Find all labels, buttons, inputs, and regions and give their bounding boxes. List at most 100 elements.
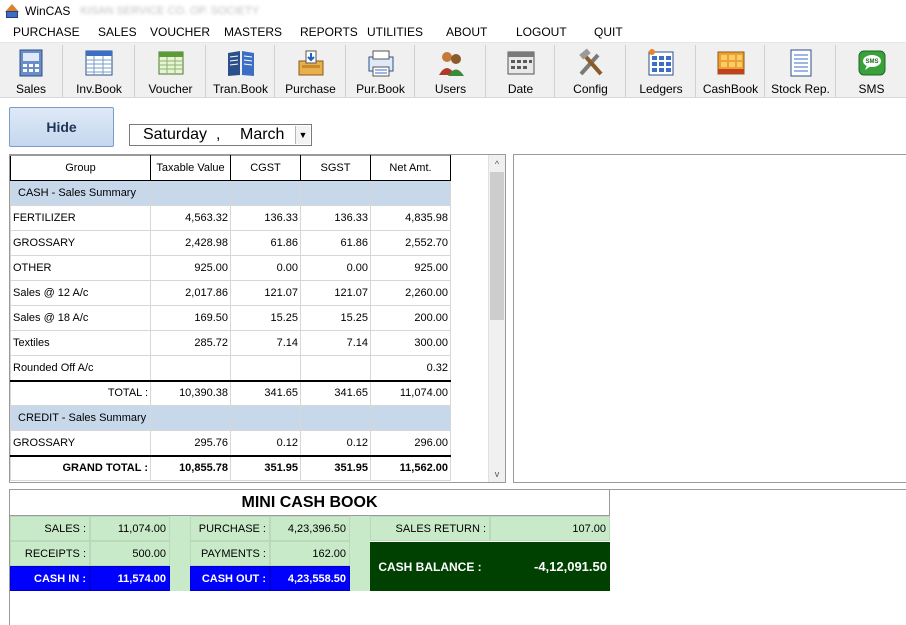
toolbar-label: Tran.Book xyxy=(213,82,268,96)
chevron-down-icon[interactable]: v xyxy=(489,465,505,482)
column-header[interactable]: Group xyxy=(10,155,151,181)
sales-value: 11,074.00 xyxy=(90,516,170,541)
toolbar-ledgers-button[interactable]: Ledgers xyxy=(627,45,696,97)
table-cell: 61.86 xyxy=(300,230,371,256)
toolbar-label: Pur.Book xyxy=(356,82,405,96)
grand-total-row[interactable]: GRAND TOTAL : 10,855.78 351.95 351.95 11… xyxy=(10,454,451,481)
date-picker[interactable]: Saturday , March ▼ xyxy=(129,124,312,146)
toolbar-label: Stock Rep. xyxy=(771,82,830,96)
menu-about[interactable]: ABOUT xyxy=(446,25,487,39)
column-header[interactable]: CGST xyxy=(230,155,301,181)
tools-icon xyxy=(576,47,606,79)
title-bar: WinCAS KISAN SERVICE CO. OP. SOCIETY xyxy=(0,0,906,22)
sales-summary-grid[interactable]: Group Taxable Value CGST SGST Net Amt. C… xyxy=(9,154,506,483)
toolbar-config-button[interactable]: Config xyxy=(556,45,626,97)
stock-report-icon xyxy=(786,47,816,79)
menu-purchase[interactable]: PURCHASE xyxy=(13,25,80,39)
chevron-up-icon[interactable]: ^ xyxy=(489,155,505,172)
table-cell: 295.76 xyxy=(150,430,231,456)
cashbook-spacer xyxy=(170,516,190,591)
column-header[interactable]: Taxable Value xyxy=(150,155,231,181)
scrollbar-thumb[interactable] xyxy=(490,172,504,320)
toolbar-stockrep-button[interactable]: Stock Rep. xyxy=(766,45,836,97)
table-cell: 10,390.38 xyxy=(150,379,231,406)
sales-icon xyxy=(16,47,46,79)
toolbar-tranbook-button[interactable]: Tran.Book xyxy=(207,45,275,97)
table-cell: 296.00 xyxy=(370,430,451,456)
table-cell: 11,074.00 xyxy=(370,379,451,406)
payments-label: PAYMENTS : xyxy=(190,541,270,566)
toolbar-label: Config xyxy=(573,82,608,96)
sales-return-label: SALES RETURN : xyxy=(370,516,490,541)
cash-out-value: 4,23,558.50 xyxy=(270,566,350,591)
menu-reports[interactable]: REPORTS xyxy=(300,25,358,39)
menu-quit[interactable]: QUIT xyxy=(594,25,623,39)
menu-utilities[interactable]: UTILITIES xyxy=(367,25,423,39)
purchase-icon xyxy=(296,47,326,79)
menu-logout[interactable]: LOGOUT xyxy=(516,25,567,39)
table-cell: GROSSARY xyxy=(10,230,151,256)
section-label: CREDIT - Sales Summary xyxy=(10,405,151,431)
table-row[interactable]: Rounded Off A/c 0.32 xyxy=(10,355,451,381)
table-cell: 0.32 xyxy=(370,355,451,381)
toolbar-purbook-button[interactable]: Pur.Book xyxy=(347,45,415,97)
toolbar-voucher-button[interactable]: Voucher xyxy=(136,45,206,97)
ledgers-icon xyxy=(646,47,676,79)
toolbar-label: CashBook xyxy=(702,82,759,96)
table-row[interactable]: Sales @ 12 A/c 2,017.86 121.07 121.07 2,… xyxy=(10,280,451,306)
column-header[interactable]: Net Amt. xyxy=(370,155,451,181)
table-row[interactable]: FERTILIZER 4,563.32 136.33 136.33 4,835.… xyxy=(10,205,451,231)
table-row[interactable]: Textiles 285.72 7.14 7.14 300.00 xyxy=(10,330,451,356)
toolbar-label: Ledgers xyxy=(639,82,683,96)
toolbar-label: Date xyxy=(507,82,534,96)
sms-icon: SMS xyxy=(857,47,887,79)
purchase-book-icon xyxy=(366,47,396,79)
toolbar: Sales Inv.Book Voucher Tran.Book Purchas… xyxy=(0,42,906,98)
toolbar-sales-button[interactable]: Sales xyxy=(0,45,63,97)
table-cell: 925.00 xyxy=(370,255,451,281)
table-cell: 0.12 xyxy=(300,430,371,456)
date-day: Saturday xyxy=(143,126,208,143)
hide-button[interactable]: Hide xyxy=(9,107,114,147)
app-logo-icon xyxy=(4,3,20,19)
menu-masters[interactable]: MASTERS xyxy=(224,25,282,39)
window-title: WinCAS xyxy=(25,4,71,18)
cash-in-label: CASH IN : xyxy=(10,566,90,591)
toolbar-sms-button[interactable]: SMS SMS xyxy=(837,45,906,97)
toolbar-label: Purchase xyxy=(285,82,336,96)
section-label: CASH - Sales Summary xyxy=(10,180,151,206)
table-cell: 121.07 xyxy=(300,280,371,306)
cashbook-spacer xyxy=(350,516,370,591)
section-row[interactable]: CREDIT - Sales Summary xyxy=(10,405,451,431)
table-cell: 136.33 xyxy=(230,205,301,231)
chevron-down-icon[interactable]: ▼ xyxy=(295,126,310,144)
column-header[interactable]: SGST xyxy=(300,155,371,181)
toolbar-purchase-button[interactable]: Purchase xyxy=(276,45,346,97)
table-cell: 2,428.98 xyxy=(150,230,231,256)
table-row[interactable]: OTHER 925.00 0.00 0.00 925.00 xyxy=(10,255,451,281)
toolbar-cashbook-button[interactable]: CashBook xyxy=(697,45,765,97)
table-cell: 4,563.32 xyxy=(150,205,231,231)
section-row[interactable]: CASH - Sales Summary xyxy=(10,180,451,206)
table-cell: 341.65 xyxy=(300,379,371,406)
table-cell: FERTILIZER xyxy=(10,205,151,231)
table-cell: 300.00 xyxy=(370,330,451,356)
menu-sales[interactable]: SALES xyxy=(98,25,137,39)
table-row[interactable]: Sales @ 18 A/c 169.50 15.25 15.25 200.00 xyxy=(10,305,451,331)
table-cell: 0.00 xyxy=(300,255,371,281)
table-cell: Sales @ 18 A/c xyxy=(10,305,151,331)
toolbar-label: Voucher xyxy=(148,82,193,96)
table-cell: 61.86 xyxy=(230,230,301,256)
toolbar-invbook-button[interactable]: Inv.Book xyxy=(64,45,135,97)
table-cell: 2,017.86 xyxy=(150,280,231,306)
total-row[interactable]: TOTAL : 10,390.38 341.65 341.65 11,074.0… xyxy=(10,379,451,406)
toolbar-date-button[interactable]: Date xyxy=(487,45,555,97)
table-row[interactable]: GROSSARY 295.76 0.12 0.12 296.00 xyxy=(10,430,451,456)
table-cell: 7.14 xyxy=(300,330,371,356)
table-cell: 2,260.00 xyxy=(370,280,451,306)
table-cell: 7.14 xyxy=(230,330,301,356)
menu-voucher[interactable]: VOUCHER xyxy=(150,25,210,39)
toolbar-users-button[interactable]: Users xyxy=(416,45,486,97)
table-row[interactable]: GROSSARY 2,428.98 61.86 61.86 2,552.70 xyxy=(10,230,451,256)
vertical-scrollbar[interactable]: ^ v xyxy=(488,155,505,482)
